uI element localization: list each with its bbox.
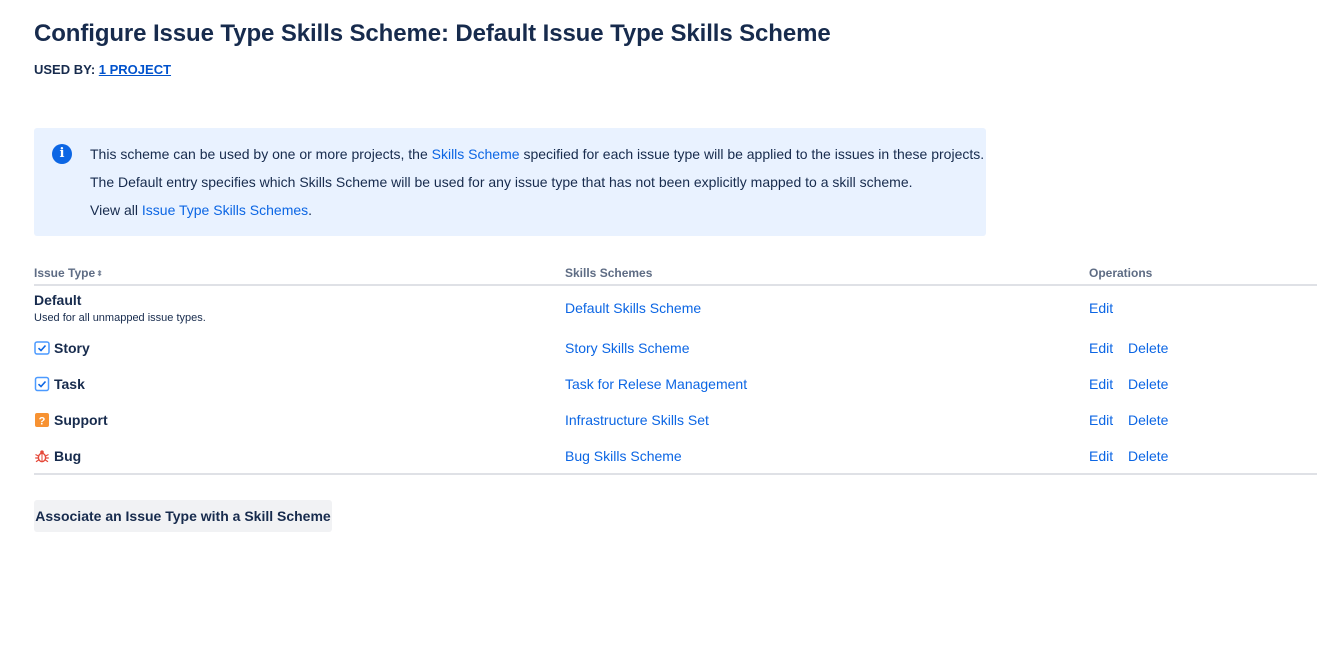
scheme-link-bug[interactable]: Bug Skills Scheme [565,448,682,464]
associate-issue-type-button[interactable]: Associate an Issue Type with a Skill Sch… [34,500,332,532]
info-line-3-post: . [308,202,313,218]
issue-type-name: Task [54,376,85,392]
used-by-label: USED BY: [34,62,96,77]
issue-type-name: Support [54,412,108,428]
edit-link-default[interactable]: Edit [1089,300,1113,316]
edit-link-bug[interactable]: Edit [1089,448,1113,464]
used-by-projects-link[interactable]: 1 PROJECT [99,62,171,77]
info-message: i This scheme can be used by one or more… [34,128,986,236]
delete-link-bug[interactable]: Delete [1128,448,1168,464]
table-header-divider [34,284,1317,286]
issue-type-skills-schemes-link[interactable]: Issue Type Skills Schemes [142,202,308,218]
info-line-1-post: specified for each issue type will be ap… [523,146,985,162]
issue-type-name: Default [34,292,82,308]
table-row-story-type: Story [34,340,90,356]
table-row-task-type: Task [34,376,85,392]
edit-link-support[interactable]: Edit [1089,412,1113,428]
column-header-skills-schemes: Skills Schemes [565,266,653,280]
info-line-1: This scheme can be used by one or more p… [90,146,984,162]
page-title: Configure Issue Type Skills Scheme: Defa… [34,20,831,47]
info-icon: i [52,144,72,164]
used-by: USED BY: 1 PROJECT [34,62,171,77]
scheme-link-default[interactable]: Default Skills Scheme [565,300,701,316]
column-header-issue-type-label: Issue Type [34,266,96,280]
story-icon [34,341,50,355]
edit-link-task[interactable]: Edit [1089,376,1113,392]
column-header-operations: Operations [1089,266,1153,280]
scheme-link-task[interactable]: Task for Relese Management [565,376,747,392]
task-icon [34,376,50,392]
edit-link-story[interactable]: Edit [1089,340,1113,356]
delete-link-task[interactable]: Delete [1128,376,1168,392]
issue-type-name: Story [54,340,90,356]
info-line-3-pre: View all [90,202,138,218]
delete-link-support[interactable]: Delete [1128,412,1168,428]
issue-type-name: Bug [54,448,82,464]
delete-link-story[interactable]: Delete [1128,340,1168,356]
page: Configure Issue Type Skills Scheme: Defa… [0,0,1317,651]
issue-type-description: Used for all unmapped issue types. [34,312,206,324]
table-bottom-divider [34,473,1317,475]
table-row-default-type: Default [34,292,81,308]
sort-icon: ⬍ [96,269,103,278]
scheme-link-support[interactable]: Infrastructure Skills Set [565,412,709,428]
scheme-link-story[interactable]: Story Skills Scheme [565,340,689,356]
column-header-issue-type[interactable]: Issue Type⬍ [34,266,103,280]
table-row-bug-type: Bug [34,448,81,464]
table-row-support-type: ? Support [34,412,108,428]
info-line-1-pre: This scheme can be used by one or more p… [90,146,428,162]
support-icon: ? [35,413,49,428]
svg-text:?: ? [39,416,46,428]
bug-icon [35,450,49,463]
skills-scheme-link[interactable]: Skills Scheme [432,146,520,162]
info-line-2: The Default entry specifies which Skills… [90,174,913,190]
info-line-3: View all Issue Type Skills Schemes. [90,202,312,218]
